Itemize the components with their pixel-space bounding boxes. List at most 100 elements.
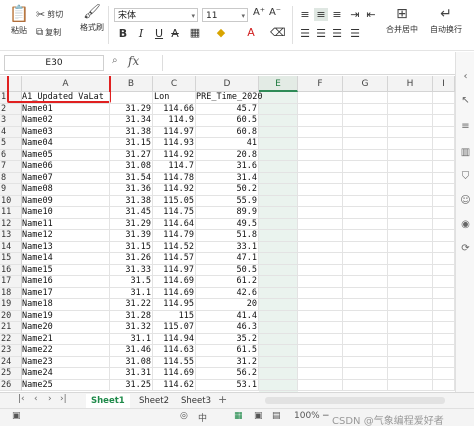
cell-d19[interactable]: 20: [196, 299, 259, 311]
row-header[interactable]: 11: [0, 207, 22, 219]
font-shrink-button[interactable]: A⁻: [268, 7, 282, 18]
row-header[interactable]: 26: [0, 379, 22, 391]
cell-c6[interactable]: 114.92: [153, 149, 196, 161]
cell-a6[interactable]: Name05: [22, 149, 110, 161]
cell-d11[interactable]: 89.9: [196, 207, 259, 219]
prev-sheet-icon[interactable]: ‹: [34, 394, 38, 404]
empty-cell[interactable]: [298, 92, 343, 104]
select-tool-icon[interactable]: ↖: [459, 94, 472, 107]
cell-c18[interactable]: 114.69: [153, 287, 196, 299]
empty-cell[interactable]: [388, 322, 433, 334]
empty-cell[interactable]: [343, 161, 388, 173]
sync-icon[interactable]: ⟳: [459, 242, 472, 255]
row-header[interactable]: 23: [0, 345, 22, 357]
row-header[interactable]: 10: [0, 195, 22, 207]
row-header[interactable]: 22: [0, 333, 22, 345]
column-header-g[interactable]: G: [343, 76, 388, 92]
robot-icon[interactable]: ☺: [459, 194, 472, 207]
empty-cell[interactable]: [433, 356, 455, 368]
empty-cell[interactable]: [343, 287, 388, 299]
empty-cell[interactable]: [433, 92, 455, 104]
empty-cell[interactable]: [388, 264, 433, 276]
cell-b23[interactable]: 31.46: [110, 345, 153, 357]
empty-cell[interactable]: [433, 299, 455, 311]
cell-b12[interactable]: 31.29: [110, 218, 153, 230]
cell-d23[interactable]: 61.5: [196, 345, 259, 357]
row-header[interactable]: 3: [0, 115, 22, 127]
font-name-select[interactable]: 宋体 ▾: [114, 8, 198, 22]
cell-c7[interactable]: 114.7: [153, 161, 196, 173]
empty-cell[interactable]: [388, 287, 433, 299]
cell-a22[interactable]: Name21: [22, 333, 110, 345]
row-header[interactable]: 9: [0, 184, 22, 196]
cell-c3[interactable]: 114.9: [153, 115, 196, 127]
cell-c9[interactable]: 114.92: [153, 184, 196, 196]
column-header-c[interactable]: C: [153, 76, 196, 92]
wrap-text-button[interactable]: ↵ 自动换行: [428, 6, 464, 35]
empty-cell[interactable]: [298, 253, 343, 265]
empty-cell[interactable]: [388, 161, 433, 173]
cell-a18[interactable]: Name17: [22, 287, 110, 299]
empty-cell[interactable]: [298, 207, 343, 219]
cell-b5[interactable]: 31.15: [110, 138, 153, 150]
empty-cell[interactable]: [388, 368, 433, 380]
cell-d21[interactable]: 46.3: [196, 322, 259, 334]
cell-c20[interactable]: 115: [153, 310, 196, 322]
cell-d12[interactable]: 49.5: [196, 218, 259, 230]
input-method-icon[interactable]: 中: [198, 411, 207, 424]
cell-c16[interactable]: 114.97: [153, 264, 196, 276]
empty-cell[interactable]: [433, 333, 455, 345]
empty-cell[interactable]: [259, 126, 298, 138]
cell-a1[interactable]: A1_Updated VaLat: [22, 92, 110, 104]
cell-c22[interactable]: 114.94: [153, 333, 196, 345]
empty-cell[interactable]: [388, 207, 433, 219]
row-header[interactable]: 8: [0, 172, 22, 184]
name-box[interactable]: E30: [4, 55, 104, 71]
align-bottom-icon[interactable]: ≡: [330, 8, 344, 21]
column-header-h[interactable]: H: [388, 76, 433, 92]
empty-cell[interactable]: [259, 218, 298, 230]
empty-cell[interactable]: [298, 299, 343, 311]
cell-d2[interactable]: 45.7: [196, 103, 259, 115]
cell-b1[interactable]: [110, 92, 153, 104]
empty-cell[interactable]: [388, 299, 433, 311]
cell-b8[interactable]: 31.54: [110, 172, 153, 184]
shield-icon[interactable]: ⛉: [459, 170, 472, 183]
empty-cell[interactable]: [259, 207, 298, 219]
empty-cell[interactable]: [433, 253, 455, 265]
merge-center-button[interactable]: ⊞ 合并居中: [384, 6, 420, 35]
empty-cell[interactable]: [298, 356, 343, 368]
cell-b20[interactable]: 31.28: [110, 310, 153, 322]
column-header-b[interactable]: B: [110, 76, 153, 92]
horizontal-scrollbar[interactable]: [265, 397, 445, 404]
empty-cell[interactable]: [298, 241, 343, 253]
cell-d8[interactable]: 31.4: [196, 172, 259, 184]
expand-icon[interactable]: ‹: [459, 70, 472, 83]
empty-cell[interactable]: [343, 92, 388, 104]
empty-cell[interactable]: [433, 264, 455, 276]
empty-cell[interactable]: [259, 333, 298, 345]
cell-c2[interactable]: 114.66: [153, 103, 196, 115]
fx-icon[interactable]: fx: [128, 54, 139, 68]
cell-d24[interactable]: 31.2: [196, 356, 259, 368]
justify-icon[interactable]: ☰: [348, 27, 362, 40]
empty-cell[interactable]: [343, 356, 388, 368]
first-sheet-icon[interactable]: |‹: [18, 394, 25, 404]
empty-cell[interactable]: [433, 322, 455, 334]
cell-a20[interactable]: Name19: [22, 310, 110, 322]
cell-a15[interactable]: Name14: [22, 253, 110, 265]
cell-c24[interactable]: 114.55: [153, 356, 196, 368]
empty-cell[interactable]: [388, 241, 433, 253]
formula-input[interactable]: [162, 55, 453, 71]
cell-d20[interactable]: 41.4: [196, 310, 259, 322]
empty-cell[interactable]: [298, 276, 343, 288]
tab-sheet2[interactable]: Sheet2: [134, 394, 174, 408]
empty-cell[interactable]: [259, 356, 298, 368]
fill-color-icon[interactable]: ◆: [214, 26, 228, 39]
row-header[interactable]: 12: [0, 218, 22, 230]
cell-a5[interactable]: Name04: [22, 138, 110, 150]
row-header[interactable]: 4: [0, 126, 22, 138]
cell-c11[interactable]: 114.75: [153, 207, 196, 219]
cell-b26[interactable]: 31.25: [110, 379, 153, 391]
row-header[interactable]: 21: [0, 322, 22, 334]
